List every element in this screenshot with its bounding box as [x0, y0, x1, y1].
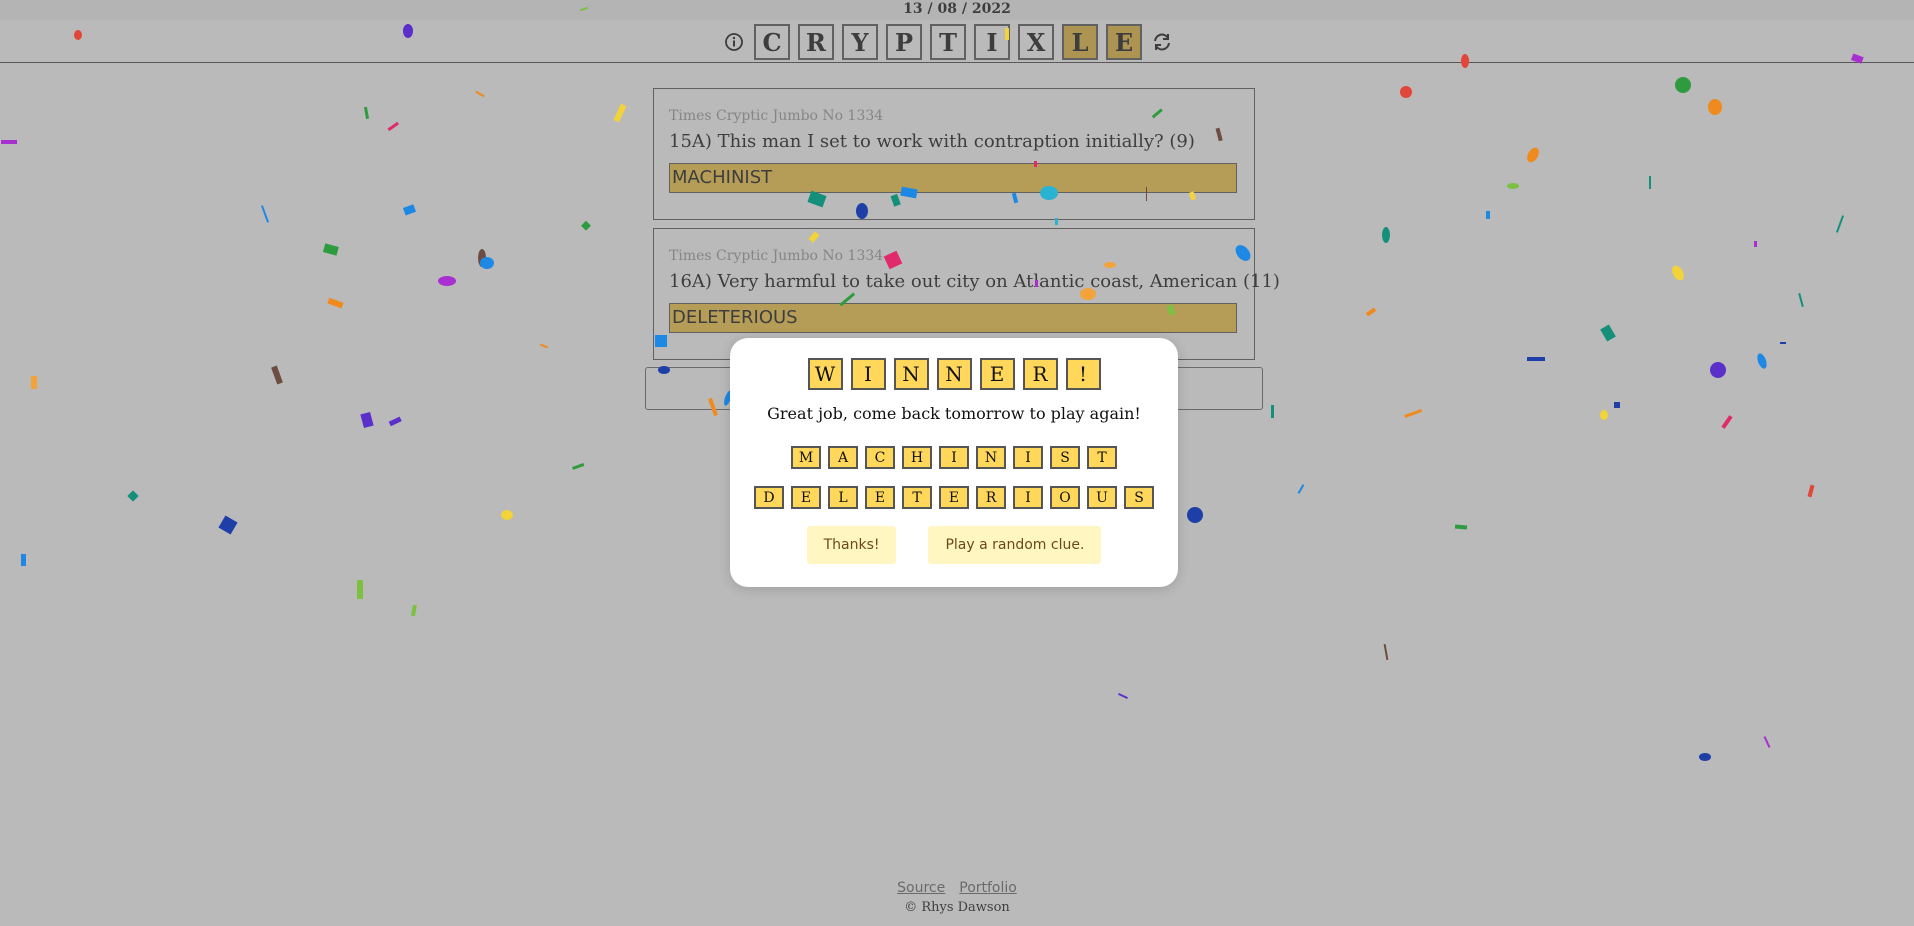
answer-letter-tile: L [828, 486, 858, 509]
winner-banner: W I N N E R! [730, 358, 1178, 390]
answer-letter-tile: I [1013, 486, 1043, 509]
answer-letter-tile: M [791, 446, 821, 469]
answer-letter-tile: E [865, 486, 895, 509]
answer-letter-tile: C [865, 446, 895, 469]
winner-letter-tile: I [850, 358, 886, 390]
winner-letter-tile: R [1022, 358, 1058, 390]
answer-letter-tile: E [791, 486, 821, 509]
answer-letter-tile: A [828, 446, 858, 469]
winner-letter-tile: ! [1065, 358, 1101, 390]
winner-letter-tile: N [893, 358, 929, 390]
answer-letter-tile: H [902, 446, 932, 469]
modal-buttons: Thanks! Play a random clue. [730, 526, 1178, 564]
winner-message: Great job, come back tomorrow to play ag… [767, 404, 1141, 423]
answer-tiles-machinist: MACHINIST [730, 446, 1178, 469]
winner-letter-tile: N [936, 358, 972, 390]
winner-modal: W I N N E R! Great job, come back tomorrow to… [730, 338, 1178, 587]
winner-letter-tile: E [979, 358, 1015, 390]
answer-letter-tile: I [1013, 446, 1043, 469]
answer-letter-tile: O [1050, 486, 1080, 509]
answer-letter-tile: I [939, 446, 969, 469]
answer-tiles-deleterious: DELETERIOUS [730, 486, 1178, 509]
winner-letter-tile: W [807, 358, 843, 390]
answer-letter-tile: D [754, 486, 784, 509]
answer-letter-tile: R [976, 486, 1006, 509]
answer-letter-tile: E [939, 486, 969, 509]
answer-letter-tile: T [902, 486, 932, 509]
answer-letter-tile: S [1124, 486, 1154, 509]
answer-letter-tile: N [976, 446, 1006, 469]
thanks-button[interactable]: Thanks! [806, 526, 897, 564]
answer-letter-tile: U [1087, 486, 1117, 509]
random-clue-button[interactable]: Play a random clue. [928, 526, 1102, 564]
answer-letter-tile: S [1050, 446, 1080, 469]
answer-letter-tile: T [1087, 446, 1117, 469]
